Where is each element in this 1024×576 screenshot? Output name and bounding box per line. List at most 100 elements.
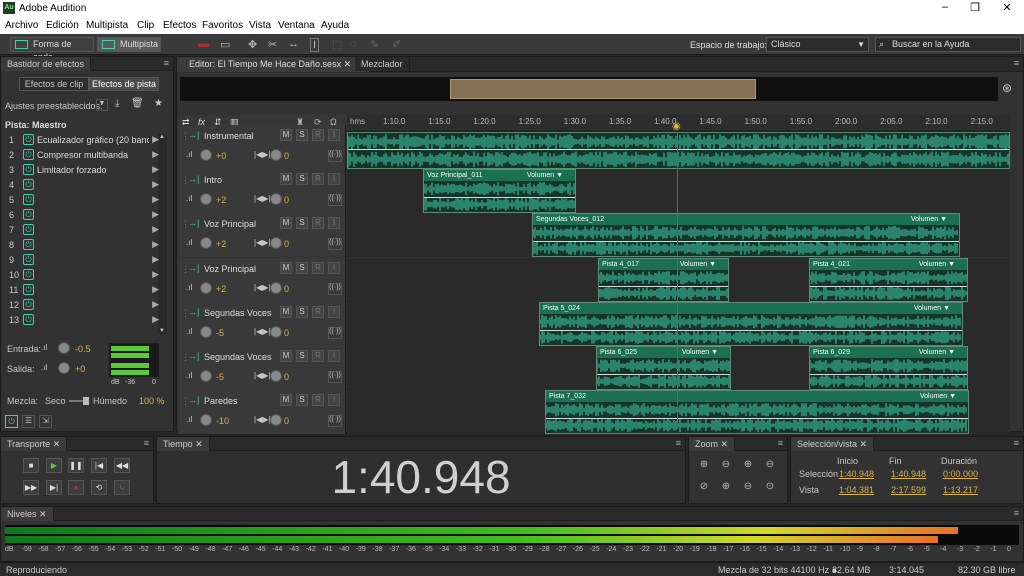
- rewind-button[interactable]: ◀◀: [114, 458, 130, 473]
- zoom-nav-icon[interactable]: ⊛: [1002, 81, 1012, 95]
- output-routing-icon[interactable]: ((·)): [328, 327, 342, 339]
- track-header[interactable]: ⋮ →| Voz Principal M S R I .ıl +2 |◀▶| 0 ((·)): [178, 258, 346, 302]
- chevron-right-icon[interactable]: ▶: [152, 284, 159, 295]
- track-volume-value[interactable]: -5: [216, 372, 224, 382]
- tab-zoom[interactable]: Zoom ✕: [689, 437, 736, 451]
- effect-slot[interactable]: 1 ⏻Ecualizador gráfico (20 bandas)▶: [5, 133, 165, 148]
- audio-clip[interactable]: Pista 4_021 Volumen ▼: [809, 258, 968, 302]
- spectral-pitch-icon[interactable]: ▭: [220, 38, 230, 51]
- workspace-select[interactable]: Clásico ▼: [766, 37, 869, 52]
- audio-clip[interactable]: Voz Principal_011 Volumen ▼: [423, 169, 576, 213]
- audio-clip[interactable]: Segundas Voces_012 Volumen ▼: [532, 213, 960, 257]
- slip-tool-icon[interactable]: ↔: [288, 38, 299, 50]
- track-name[interactable]: Voz Principal: [204, 264, 256, 274]
- chevron-right-icon[interactable]: ▶: [152, 239, 159, 250]
- pan-knob[interactable]: [270, 414, 282, 426]
- output-routing-icon[interactable]: ((·)): [328, 283, 342, 295]
- menu-vista[interactable]: Vista: [249, 20, 271, 31]
- chevron-right-icon[interactable]: ▶: [152, 314, 159, 325]
- track-name[interactable]: Segundas Voces: [204, 308, 272, 318]
- chevron-right-icon[interactable]: ▶: [152, 224, 159, 235]
- clip-header[interactable]: Pista 7_032 Volumen ▼: [546, 391, 968, 402]
- spectral-frequency-icon[interactable]: ▬: [198, 38, 209, 50]
- track-volume-value[interactable]: +2: [216, 284, 226, 294]
- playhead-marker-icon[interactable]: ◉: [672, 121, 681, 132]
- mute-button[interactable]: M: [280, 129, 292, 141]
- record-arm-button[interactable]: R: [312, 350, 324, 362]
- go-to-start-button[interactable]: |◀: [91, 458, 107, 473]
- panel-menu-icon[interactable]: ≡: [1014, 58, 1019, 68]
- track[interactable]: ⋮ →| Paredes M S R I .ıl -10 |◀▶| 0 ((·)) Pista 7_03…: [178, 390, 1010, 434]
- track-pan-value[interactable]: 0: [284, 284, 289, 294]
- output-gain-value[interactable]: +0: [75, 364, 85, 374]
- menu-efectos[interactable]: Efectos: [163, 20, 196, 31]
- monitor-input-button[interactable]: I: [328, 306, 340, 318]
- solo-button[interactable]: S: [296, 129, 308, 141]
- move-tool-icon[interactable]: ✥: [248, 38, 257, 51]
- volume-envelope[interactable]: [540, 330, 962, 331]
- power-icon[interactable]: ⏻: [23, 179, 34, 190]
- power-icon[interactable]: ⏻: [23, 269, 34, 280]
- chevron-right-icon[interactable]: ▶: [152, 299, 159, 310]
- clip-param[interactable]: Volumen ▼: [920, 391, 956, 402]
- overview-view-range[interactable]: [450, 79, 756, 99]
- mute-button[interactable]: M: [280, 306, 292, 318]
- track-lane[interactable]: Pista 6_025 Volumen ▼ Pista 6_029 Volumen ▼: [347, 346, 1010, 390]
- clip-param[interactable]: Volumen ▼: [911, 214, 947, 225]
- track-header[interactable]: ⋮ →| Voz Principal M S R I .ıl +2 |◀▶| 0 ((·)): [178, 213, 346, 257]
- zoom-out-time-icon[interactable]: ⊖: [763, 459, 777, 473]
- solo-button[interactable]: S: [296, 394, 308, 406]
- solo-button[interactable]: S: [296, 217, 308, 229]
- tab-mixer[interactable]: Mezclador: [355, 57, 410, 71]
- skip-button[interactable]: ↳: [114, 480, 130, 495]
- panel-menu-icon[interactable]: ≡: [144, 438, 149, 448]
- track-name[interactable]: Instrumental: [204, 131, 254, 141]
- effect-slot[interactable]: 12 ⏻ ▶: [5, 298, 165, 313]
- menu-archivo[interactable]: Archivo: [5, 20, 38, 31]
- track-pan-value[interactable]: 0: [284, 195, 289, 205]
- panel-menu-icon[interactable]: ≡: [164, 58, 169, 68]
- close-button[interactable]: ✕: [992, 1, 1022, 14]
- output-routing-icon[interactable]: ((·)): [328, 371, 342, 383]
- monitor-input-button[interactable]: I: [328, 394, 340, 406]
- track-pan-value[interactable]: 0: [284, 239, 289, 249]
- audio-clip[interactable]: Pista 7_032 Volumen ▼: [545, 390, 969, 434]
- pan-knob[interactable]: [270, 326, 282, 338]
- mute-button[interactable]: M: [280, 350, 292, 362]
- track-volume-value[interactable]: -10: [216, 416, 229, 426]
- audio-clip[interactable]: Pista 6_029 Volumen ▼: [809, 346, 968, 390]
- volume-envelope[interactable]: [546, 418, 968, 419]
- pan-knob[interactable]: [270, 237, 282, 249]
- clip-header[interactable]: Pista 6_029 Volumen ▼: [810, 347, 967, 358]
- menu-clip[interactable]: Clip: [137, 20, 154, 31]
- track-header[interactable]: ⋮ →| Paredes M S R I .ıl -10 |◀▶| 0 ((·)): [178, 390, 346, 434]
- pan-knob[interactable]: [270, 282, 282, 294]
- tab-editor[interactable]: Editor: El Tiempo Me Hace Daño.sesx ✕ ▼: [177, 57, 370, 72]
- clip-param[interactable]: Volumen ▼: [919, 347, 955, 358]
- zoom-selection-icon[interactable]: ⊙: [763, 481, 777, 495]
- volume-knob[interactable]: [200, 282, 212, 294]
- mix-value[interactable]: 100 %: [139, 396, 165, 406]
- audio-clip[interactable]: Pista 5_024 Volumen ▼: [539, 302, 963, 346]
- track-name[interactable]: Paredes: [204, 396, 238, 406]
- stop-button[interactable]: ■: [23, 458, 39, 473]
- monitor-input-button[interactable]: I: [328, 173, 340, 185]
- chevron-right-icon[interactable]: ▶: [152, 254, 159, 265]
- audio-clip[interactable]: [347, 132, 1010, 169]
- power-icon[interactable]: ⏻: [23, 254, 34, 265]
- output-routing-icon[interactable]: ((·)): [328, 238, 342, 250]
- track-lane[interactable]: [347, 132, 1010, 169]
- panel-menu-icon[interactable]: ≡: [1014, 508, 1019, 518]
- solo-button[interactable]: S: [296, 262, 308, 274]
- power-icon[interactable]: ⏻: [23, 194, 34, 205]
- tab-time[interactable]: Tiempo ✕: [157, 437, 210, 451]
- clip-header[interactable]: Pista 4_021 Volumen ▼: [810, 259, 967, 270]
- apply-effects-icon[interactable]: ⇲: [39, 415, 52, 428]
- save-preset-icon[interactable]: ⤓: [115, 98, 119, 109]
- tab-levels[interactable]: Niveles ✕: [1, 507, 54, 521]
- chevron-right-icon[interactable]: ▶: [152, 209, 159, 220]
- effect-slot[interactable]: 9 ⏻ ▶: [5, 253, 165, 268]
- effect-slot[interactable]: 2 ⏻ Compresor multibanda ▶: [5, 148, 165, 163]
- record-arm-button[interactable]: R: [312, 262, 324, 274]
- volume-envelope[interactable]: [348, 149, 1009, 150]
